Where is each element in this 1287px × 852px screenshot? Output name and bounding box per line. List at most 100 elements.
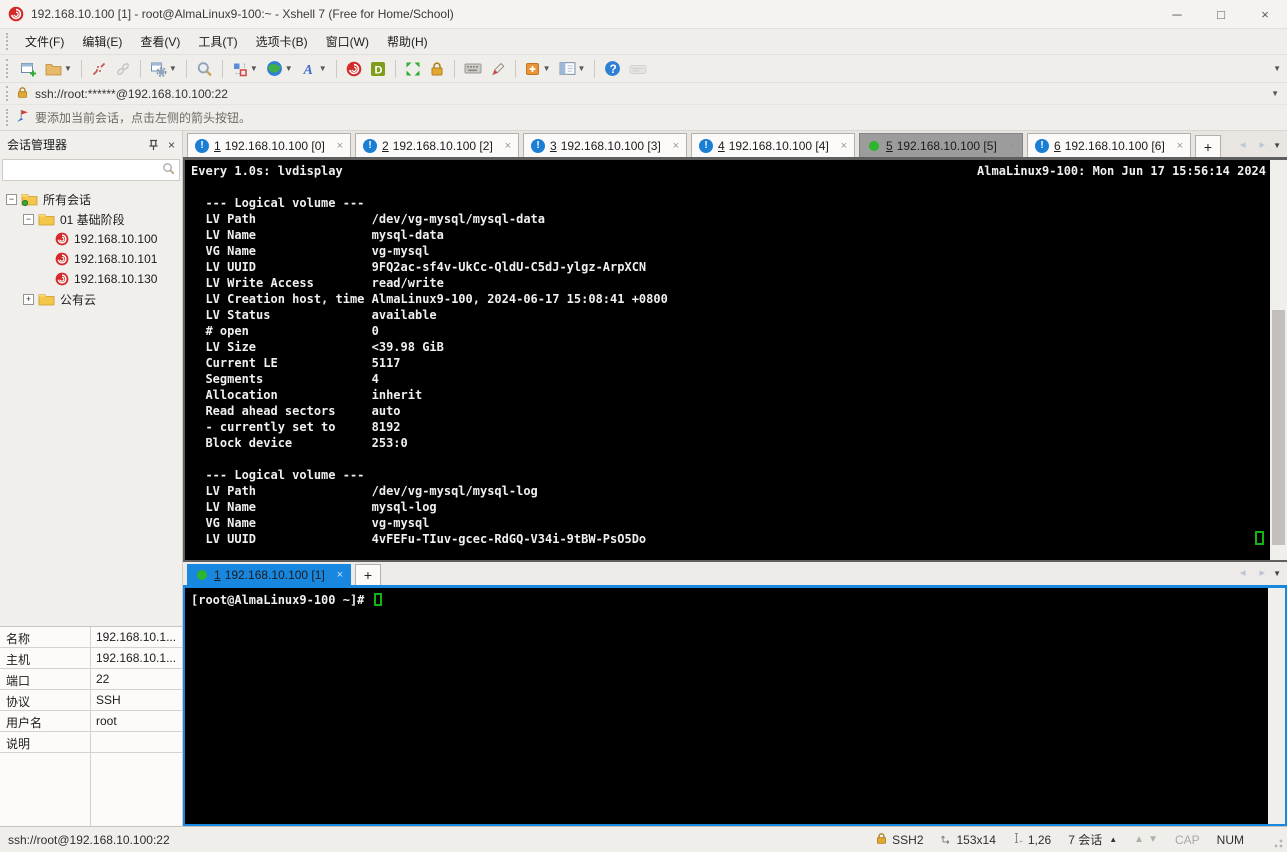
top-tab-bar: ! 1 192.168.10.100 [0] ×! 2 192.168.10.100 [2… [183,131,1287,160]
session-count-dropup-icon[interactable]: ▲ [1109,835,1117,844]
terminal-tab-2[interactable]: ! 2 192.168.10.100 [2] × [355,133,519,157]
menu-item-0[interactable]: 文件(F) [16,30,73,53]
tab-close-icon[interactable]: × [1009,140,1015,152]
find-icon[interactable] [193,59,216,79]
add-tab-button[interactable]: + [1195,135,1221,157]
minimize-button-icon[interactable]: ─ [1155,0,1199,28]
session-icon [55,232,69,246]
dropdown-caret-icon[interactable]: ▼ [169,64,177,73]
title-bar[interactable]: 192.168.10.100 [1] - root@AlmaLinux9-100… [0,0,1287,28]
dropdown-caret-icon[interactable]: ▼ [543,64,551,73]
property-row: 名称 192.168.10.1... [0,627,182,648]
maximize-button-icon[interactable]: □ [1199,0,1243,28]
tab-number: 2 [382,138,389,153]
tab-close-icon[interactable]: × [841,140,847,152]
new-session-icon[interactable] [17,59,40,79]
menu-item-1[interactable]: 编辑(E) [73,30,131,53]
folder-icon [38,292,55,306]
terminal-tab-1[interactable]: ! 1 192.168.10.100 [0] × [187,133,351,157]
alert-icon: ! [531,138,545,153]
open-session-icon[interactable]: ▼ [42,60,75,78]
terminal-tab-4[interactable]: ! 4 192.168.10.100 [4] × [691,133,855,157]
toolbar-overflow-icon[interactable]: ▼ [1273,64,1281,73]
dropdown-caret-icon[interactable]: ▼ [319,64,327,73]
menu-item-5[interactable]: 窗口(W) [317,30,378,53]
session-search-input[interactable] [7,162,162,178]
tab-list-dropdown-icon-bottom[interactable]: ▼ [1273,569,1281,578]
split-view-icon[interactable]: ▼ [556,59,589,78]
close-button-icon[interactable]: × [1243,0,1287,28]
terminal-tab-1[interactable]: 1 192.168.10.100 [1] × [187,564,351,585]
close-panel-icon[interactable]: × [168,138,175,152]
xshell-icon[interactable] [343,59,365,79]
tab-close-icon[interactable]: × [673,140,679,152]
tree-item-192.168.10.101[interactable]: 192.168.10.101 [4,249,182,269]
lock-screen-icon[interactable] [426,59,448,79]
tab-host-label: 192.168.10.100 [5] [896,138,997,153]
tree-item-192.168.10.100[interactable]: 192.168.10.100 [4,229,182,249]
status-session-count[interactable]: 7 会话 ▲ [1068,831,1117,848]
compose-bar-icon[interactable] [626,60,650,78]
top-terminal-scrollbar[interactable] [1270,160,1287,560]
menu-item-2[interactable]: 查看(V) [131,30,189,53]
tab-scroll-left-icon[interactable]: ◂ [1240,566,1246,579]
dropdown-caret-icon[interactable]: ▼ [64,64,72,73]
menu-item-4[interactable]: 选项卡(B) [247,30,317,53]
bottom-terminal-scrollbar[interactable] [1268,588,1285,824]
tab-host-label: 192.168.10.100 [1] [224,568,325,582]
session-properties-icon[interactable]: ▼ [147,59,180,79]
terminal-tab-6[interactable]: ! 6 192.168.10.100 [6] × [1027,133,1191,157]
tree-item-192.168.10.130[interactable]: 192.168.10.130 [4,269,182,289]
virtual-keyboard-icon[interactable] [461,59,485,78]
notification-text: 要添加当前会话，点击左侧的箭头按钮。 [35,111,252,125]
color-scheme-icon[interactable]: ▼ [229,59,261,79]
scroll-down-icon[interactable]: ▼ [1148,834,1158,845]
tree-expander-icon[interactable]: − [23,213,34,225]
tab-close-icon[interactable]: × [337,140,343,152]
scroll-up-icon[interactable]: ▲ [1134,834,1144,845]
new-tab-icon[interactable]: ▼ [522,59,554,79]
menu-bar-grip[interactable] [6,32,10,51]
tab-list-dropdown-icon[interactable]: ▼ [1273,141,1281,150]
menu-item-3[interactable]: 工具(T) [189,30,246,53]
tree-item-0[interactable]: − 所有会话 [4,189,182,209]
tree-expander-icon[interactable]: − [6,193,17,205]
session-search-box[interactable] [2,159,180,181]
pin-panel-icon[interactable] [148,139,159,151]
tree-item-1[interactable]: − 01 基础阶段 [4,209,182,229]
resize-grip[interactable] [1271,836,1283,848]
terminal-tab-3[interactable]: ! 3 192.168.10.100 [3] × [523,133,687,157]
dropdown-caret-icon[interactable]: ▼ [578,64,586,73]
font-icon[interactable]: A ▼ [298,59,330,79]
highlight-pen-icon[interactable] [487,59,509,79]
tab-scroll-right-icon[interactable]: ▸ [1259,138,1265,151]
scrollbar-thumb[interactable] [1272,310,1285,545]
disconnect-icon[interactable] [88,59,110,79]
tree-expander-icon[interactable]: + [23,293,34,305]
web-browser-icon[interactable]: ▼ [263,58,296,79]
xftp-icon[interactable]: D [367,59,389,79]
tab-close-icon[interactable]: × [505,140,511,152]
bottom-terminal[interactable]: [root@AlmaLinux9-100 ~]# [185,588,1268,824]
address-dropdown-icon[interactable]: ▼ [1271,89,1279,98]
toolbar-grip[interactable] [6,59,10,78]
dropdown-caret-icon[interactable]: ▼ [250,64,258,73]
address-url[interactable]: ssh://root:******@192.168.10.100:22 [35,87,228,101]
tree-item-5[interactable]: + 公有云 [4,289,182,309]
help-icon[interactable]: ? [601,58,624,79]
terminal-column: ! 1 192.168.10.100 [0] ×! 2 192.168.10.100 [2… [183,131,1287,826]
terminal-tab-5[interactable]: 5 192.168.10.100 [5] × [859,133,1023,157]
tab-close-icon[interactable]: × [1177,140,1183,152]
tab-close-icon[interactable]: × [337,569,343,581]
address-bar[interactable]: ssh://root:******@192.168.10.100:22 ▼ [0,82,1287,104]
tab-scroll-left-icon[interactable]: ◂ [1240,138,1246,151]
notification-bar-grip[interactable] [6,108,10,127]
fullscreen-icon[interactable] [402,59,424,79]
tab-scroll-right-icon[interactable]: ▸ [1259,566,1265,579]
dropdown-caret-icon[interactable]: ▼ [285,64,293,73]
menu-item-6[interactable]: 帮助(H) [378,30,437,53]
top-terminal[interactable]: Every 1.0s: lvdisplay AlmaLinux9-100: Mo… [185,160,1270,560]
add-tab-button-bottom[interactable]: + [355,564,381,585]
reconnect-icon[interactable] [112,59,134,79]
address-bar-grip[interactable] [6,86,10,101]
